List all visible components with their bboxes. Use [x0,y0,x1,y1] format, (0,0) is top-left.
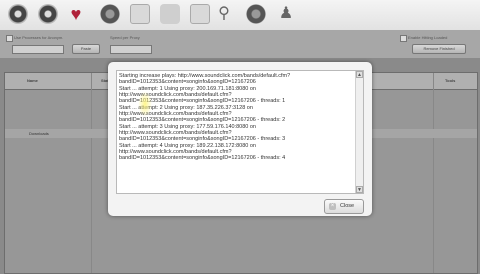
close-label: Close [340,203,355,209]
close-icon: × [329,203,336,210]
person-icon[interactable]: ♟ [276,4,296,24]
scroll-down-arrow-icon[interactable]: ▼ [356,186,363,193]
gear-icon[interactable] [100,4,120,24]
header-tools: Tools [445,78,456,83]
options-bar: Use Processes for Anonym. Speed per Prox… [0,30,480,58]
log-scrollbar[interactable]: ▲ ▼ [355,71,363,193]
cursor-highlight [138,91,152,117]
log-dialog: Starting increase plays: http://www.soun… [108,62,372,216]
scroll-up-arrow-icon[interactable]: ▲ [356,71,363,78]
main-toolbar: ♥ ⚲ ♟ [0,0,480,31]
speed-field[interactable] [110,45,152,54]
column-divider [91,73,92,273]
anonym-label: Use Processes for Anonym. [14,35,64,40]
log-textarea[interactable]: Starting increase plays: http://www.soun… [116,70,364,194]
gear-icon[interactable] [246,4,266,24]
log-lines: Starting increase plays: http://www.soun… [119,73,355,162]
remove-finished-button[interactable]: Remove Finished [412,44,466,54]
enable-label: Enable Hitting Loaded [408,35,448,40]
disc-icon[interactable] [8,4,28,24]
log-line: bandID=1012353&content=songinfo&songID=1… [119,155,286,162]
paste-button[interactable]: Paste [72,44,100,54]
heart-icon[interactable]: ♥ [66,4,86,24]
header-name: Name [27,78,38,83]
count-field[interactable] [12,45,64,54]
people-icon[interactable] [160,4,180,24]
column-divider [433,73,434,273]
row-label: Downloads [29,131,49,136]
close-button[interactable]: × Close [324,199,364,214]
user-add-icon[interactable] [130,4,150,24]
disc-icon[interactable] [38,4,58,24]
speed-label: Speed per Proxy [110,35,140,40]
square-icon[interactable] [190,4,210,24]
enable-checkbox[interactable] [400,35,407,42]
magnifier-icon[interactable]: ⚲ [214,4,234,24]
anonym-checkbox[interactable] [6,35,13,42]
